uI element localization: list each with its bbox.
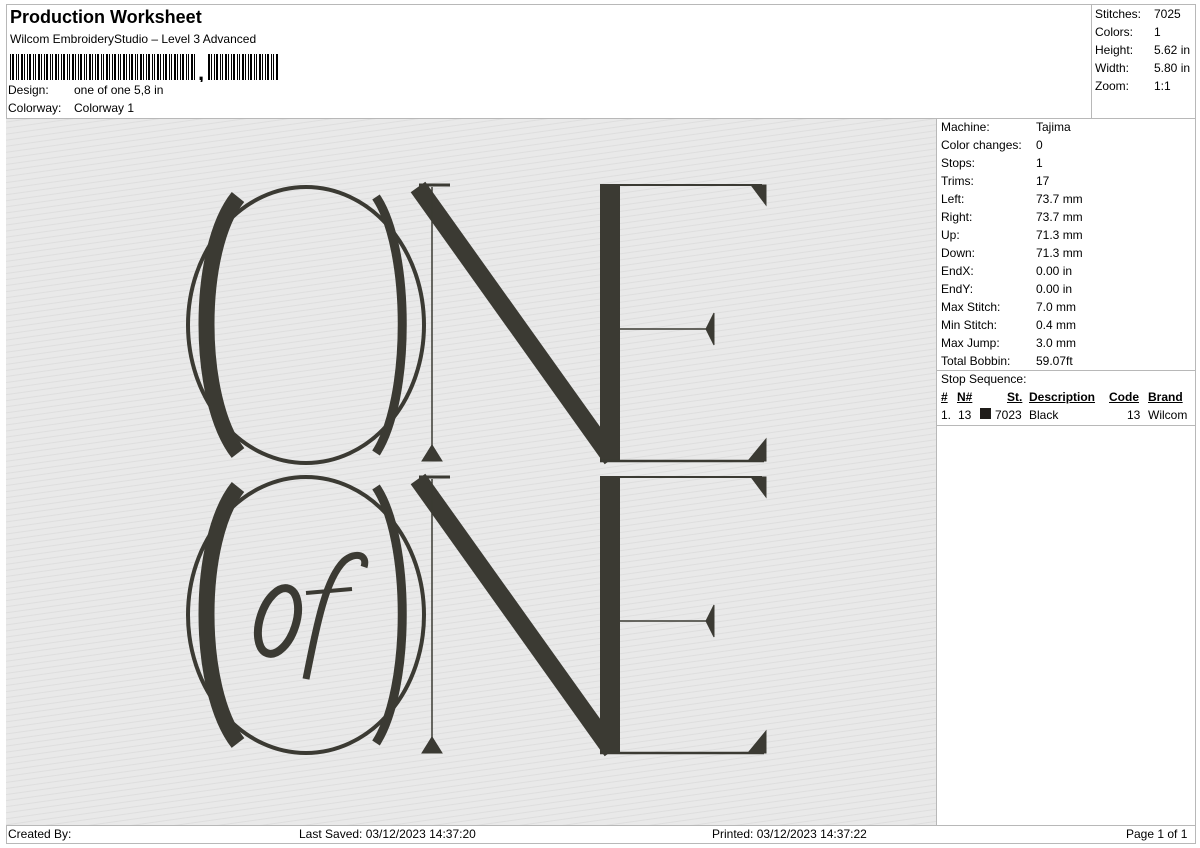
machine-info-row: Trims: 17 <box>941 174 1049 188</box>
row-brand: Wilcom <box>1148 408 1188 422</box>
machine-info-row: Max Jump: 3.0 mm <box>941 336 1076 350</box>
machine-info-label: Max Jump: <box>941 336 1000 350</box>
machine-info-value: 71.3 mm <box>1036 228 1083 242</box>
col-header-needle: N# <box>957 390 973 404</box>
machine-info-panel: Machine: Tajima Color changes: 0 Stops: 1 Trim… <box>937 119 1196 825</box>
row-description: Black <box>1029 408 1059 422</box>
machine-info-label: Total Bobbin: <box>941 354 1011 368</box>
machine-info-value: 0.4 mm <box>1036 318 1077 332</box>
design-preview-canvas[interactable] <box>6 119 937 825</box>
machine-info-label: Up: <box>941 228 960 242</box>
last-saved: Last Saved: 03/12/2023 14:37:20 <box>299 827 476 841</box>
created-by: Created By: <box>8 827 72 841</box>
machine-info-value: 59.07ft <box>1036 354 1073 368</box>
colors-value: 1 <box>1154 25 1161 39</box>
row-code: 13 <box>1127 408 1141 422</box>
stop-sequence-title: Stop Sequence: <box>941 372 1027 386</box>
design-value: one of one 5,8 in <box>74 83 164 97</box>
machine-info-value: 73.7 mm <box>1036 192 1083 206</box>
machine-info-label: EndY: <box>941 282 974 296</box>
machine-info-label: Machine: <box>941 120 990 134</box>
machine-info-value: 0.00 in <box>1036 282 1073 296</box>
svg-text:,: , <box>198 60 204 82</box>
machine-info-value: Tajima <box>1036 120 1071 134</box>
machine-info-value: 17 <box>1036 174 1050 188</box>
width-label: Width: <box>1095 61 1130 75</box>
col-header-code: Code <box>1109 390 1139 404</box>
stitches-stat: Stitches: 7025 <box>1095 7 1181 21</box>
width-stat: Width: 5.80 in <box>1095 61 1190 75</box>
software-subtitle: Wilcom EmbroideryStudio – Level 3 Advanc… <box>10 32 257 46</box>
machine-info-label: Right: <box>941 210 973 224</box>
stitches-label: Stitches: <box>1095 7 1142 21</box>
machine-info-label: Stops: <box>941 156 976 170</box>
page-number: Page 1 of 1 <box>1126 827 1188 841</box>
machine-info-value: 73.7 mm <box>1036 210 1083 224</box>
col-header-stitches: St. <box>1007 390 1023 404</box>
height-label: Height: <box>1095 43 1134 57</box>
stop-sequence-divider <box>937 370 1196 371</box>
machine-info-value: 0 <box>1036 138 1043 152</box>
printed-date: Printed: 03/12/2023 14:37:22 <box>712 827 867 841</box>
row-stitches: 7023 <box>995 408 1022 422</box>
machine-info-value: 1 <box>1036 156 1043 170</box>
machine-info-label: Left: <box>941 192 965 206</box>
machine-info-label: Down: <box>941 246 976 260</box>
machine-info-label: Color changes: <box>941 138 1022 152</box>
col-header-index: # <box>941 390 948 404</box>
machine-info-row: Stops: 1 <box>941 156 1043 170</box>
col-header-brand: Brand <box>1148 390 1183 404</box>
machine-info-label: Trims: <box>941 174 974 188</box>
embroidery-design <box>6 119 936 825</box>
colors-label: Colors: <box>1095 25 1134 39</box>
machine-info-label: EndX: <box>941 264 974 278</box>
row-index: 1. <box>941 408 952 422</box>
row-needle: 13 <box>958 408 972 422</box>
zoom-label: Zoom: <box>1095 79 1130 93</box>
colorway-value: Colorway 1 <box>74 101 135 115</box>
height-stat: Height: 5.62 in <box>1095 43 1190 57</box>
stats-box: Stitches: 7025 Colors: 1 Height: 5.62 in… <box>1091 4 1196 118</box>
design-label: Design: <box>8 83 49 97</box>
machine-info-row: Right: 73.7 mm <box>941 210 1083 224</box>
table-bottom-divider <box>937 425 1196 426</box>
col-header-description: Description <box>1029 390 1096 404</box>
zoom-stat: Zoom: 1:1 <box>1095 79 1171 93</box>
barcode: , <box>10 54 278 82</box>
machine-info-value: 71.3 mm <box>1036 246 1083 260</box>
colorway-label: Colorway: <box>8 101 62 115</box>
width-value: 5.80 in <box>1154 61 1191 75</box>
machine-info-row: Machine: Tajima <box>941 120 1071 134</box>
thread-color-swatch <box>980 408 991 419</box>
machine-info-label: Max Stitch: <box>941 300 1001 314</box>
machine-info-value: 0.00 in <box>1036 264 1073 278</box>
machine-info-row: Left: 73.7 mm <box>941 192 1083 206</box>
machine-info-value: 3.0 mm <box>1036 336 1077 350</box>
machine-info-row: Color changes: 0 <box>941 138 1043 152</box>
machine-info-row: EndX: 0.00 in <box>941 264 1072 278</box>
machine-info-row: Max Stitch: 7.0 mm <box>941 300 1076 314</box>
footer-divider <box>6 825 1196 826</box>
page-title: Production Worksheet <box>10 7 202 27</box>
height-value: 5.62 in <box>1154 43 1191 57</box>
worksheet-header: Production Worksheet Wilcom EmbroiderySt… <box>6 4 1092 118</box>
machine-info-row: Up: 71.3 mm <box>941 228 1083 242</box>
machine-info-row: Total Bobbin: 59.07ft <box>941 354 1073 368</box>
stitches-value: 7025 <box>1154 7 1181 21</box>
machine-info-row: Down: 71.3 mm <box>941 246 1083 260</box>
machine-info-value: 7.0 mm <box>1036 300 1077 314</box>
machine-info-label: Min Stitch: <box>941 318 998 332</box>
machine-info-row: Min Stitch: 0.4 mm <box>941 318 1076 332</box>
canvas-background <box>6 119 936 825</box>
zoom-value: 1:1 <box>1154 79 1171 93</box>
colors-stat: Colors: 1 <box>1095 25 1161 39</box>
machine-info-row: EndY: 0.00 in <box>941 282 1072 296</box>
